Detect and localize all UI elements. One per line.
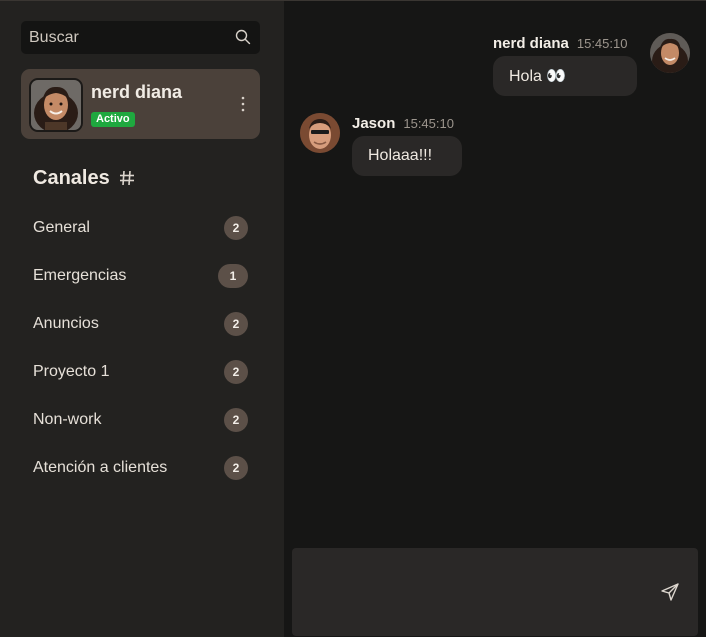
search-bar[interactable] <box>21 21 260 54</box>
message-author: Jason <box>352 115 396 132</box>
channel-label: Atención a clientes <box>33 459 168 476</box>
channel-item-atencion-a-clientes[interactable]: Atención a clientes 2 <box>33 456 248 480</box>
message-bubble: Hola 👀 <box>493 56 637 96</box>
message-header: nerd diana 15:45:10 <box>493 35 637 52</box>
unread-badge: 2 <box>224 360 248 384</box>
unread-badge: 2 <box>224 408 248 432</box>
chat-app: nerd diana Activo Canales General 2 Emer… <box>0 0 706 637</box>
message-input[interactable] <box>304 558 644 624</box>
profile-name: nerd diana <box>91 82 183 102</box>
hash-icon <box>120 170 134 186</box>
avatar <box>29 78 83 132</box>
unread-badge: 2 <box>224 312 248 336</box>
channel-item-proyecto-1[interactable]: Proyecto 1 2 <box>33 360 248 384</box>
message-composer[interactable] <box>292 548 698 636</box>
chat-panel: nerd diana 15:45:10 Hola 👀 Jason 15:45:1… <box>284 1 706 637</box>
message-time: 15:45:10 <box>576 36 628 51</box>
search-icon[interactable] <box>235 29 251 45</box>
avatar <box>650 33 690 73</box>
channels-heading: Canales <box>33 167 110 189</box>
channel-label: Emergencias <box>33 267 127 284</box>
channel-label: Non-work <box>33 411 102 428</box>
channel-label: Proyecto 1 <box>33 363 110 380</box>
message-bubble: Holaaa!!! <box>352 136 462 176</box>
channel-item-general[interactable]: General 2 <box>33 216 248 240</box>
send-icon[interactable] <box>660 582 680 602</box>
channel-label: Anuncios <box>33 315 99 332</box>
unread-badge: 1 <box>218 264 248 288</box>
status-badge: Activo <box>91 112 135 127</box>
message-author: nerd diana <box>493 35 569 52</box>
avatar <box>300 113 340 153</box>
sidebar: nerd diana Activo Canales General 2 Emer… <box>0 1 284 637</box>
channel-item-anuncios[interactable]: Anuncios 2 <box>33 312 248 336</box>
channel-label: General <box>33 219 90 236</box>
message-outgoing: nerd diana 15:45:10 Hola 👀 <box>493 35 637 96</box>
more-vertical-icon[interactable] <box>240 96 246 112</box>
user-profile-card[interactable]: nerd diana Activo <box>21 69 260 139</box>
message-time: 15:45:10 <box>403 116 454 131</box>
channel-item-non-work[interactable]: Non-work 2 <box>33 408 248 432</box>
message-incoming: Jason 15:45:10 Holaaa!!! <box>352 115 462 176</box>
unread-badge: 2 <box>224 456 248 480</box>
channel-item-emergencias[interactable]: Emergencias 1 <box>33 264 248 288</box>
unread-badge: 2 <box>224 216 248 240</box>
message-header: Jason 15:45:10 <box>352 115 462 132</box>
search-input[interactable] <box>21 28 221 47</box>
